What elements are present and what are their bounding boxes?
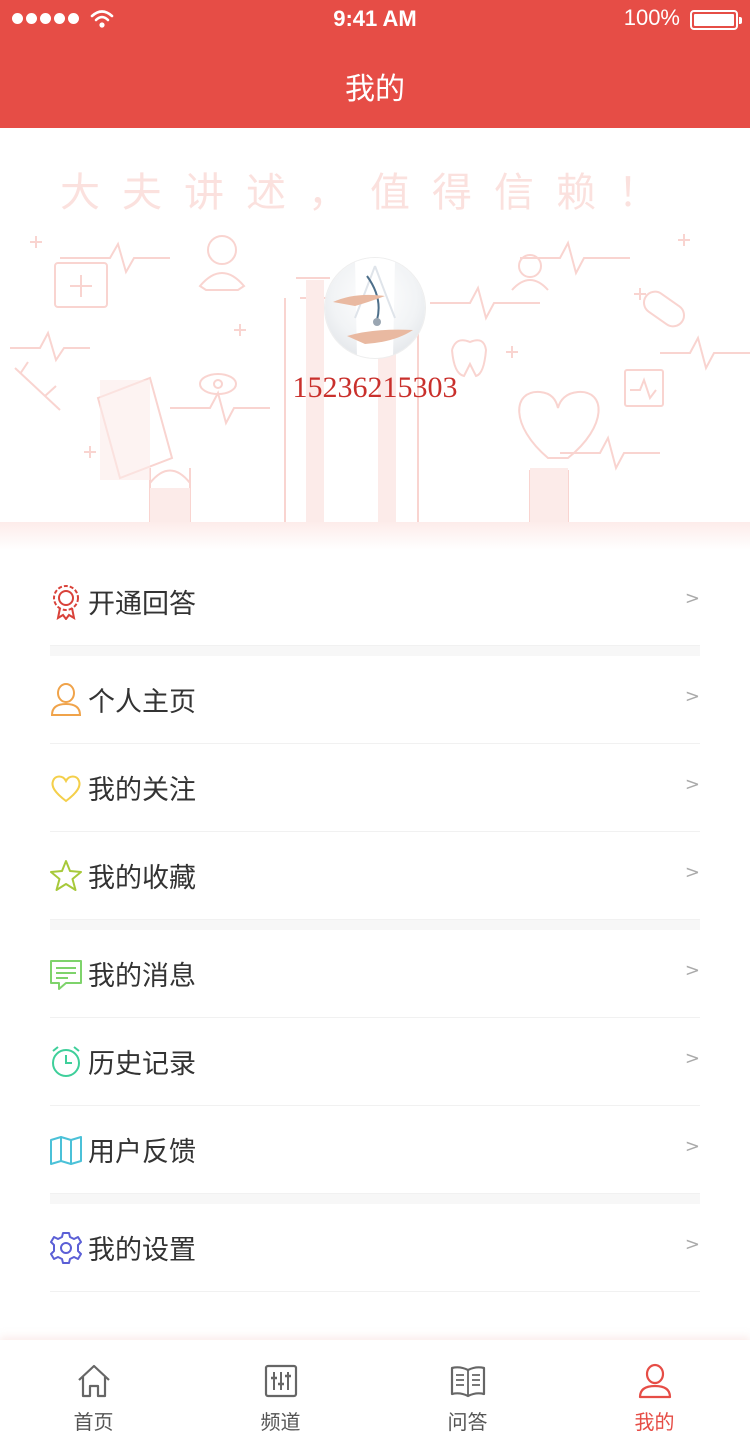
chevron-right-icon: > [684,1234,700,1255]
chevron-right-icon: > [684,686,700,707]
battery-percent: 100% [623,5,680,30]
menu-item-history[interactable]: 历史记录 > [50,1018,700,1106]
user-icon [638,1363,672,1399]
section-divider [50,1194,700,1204]
section-divider [50,646,700,656]
chevron-right-icon: > [684,1136,700,1157]
menu-item-label: 开通回答 [88,589,196,620]
tab-label: 首页 [73,1410,114,1434]
tab-qa[interactable]: 问答 [374,1340,561,1440]
menu-item-label: 个人主页 [88,687,196,718]
chevron-right-icon: > [684,960,700,981]
tab-label: 问答 [447,1410,488,1434]
menu-item-settings[interactable]: 我的设置 > [50,1204,700,1292]
battery-icon [690,10,742,30]
gear-icon [50,1232,82,1264]
message-icon [50,960,82,990]
tab-label: 我的 [634,1410,675,1434]
chevron-right-icon: > [684,774,700,795]
page-title: 我的 [345,72,405,107]
book-icon [450,1366,486,1398]
header-shadow [0,522,750,550]
home-icon [78,1364,110,1398]
menu-item-follows[interactable]: 我的关注 > [50,744,700,832]
status-bar: 9:41 AM 100% [0,0,750,40]
menu-item-label: 我的设置 [88,1235,196,1266]
tab-label: 频道 [260,1410,301,1434]
bottom-tab-bar: 首页 频道 问答 我的 [0,1340,750,1440]
menu-item-label: 历史记录 [88,1049,196,1080]
doctor-hands-image [333,258,413,358]
alarm-clock-icon [52,1046,80,1077]
user-phone-number: 15236215303 [292,371,458,404]
profile-header: 大夫讲述，值得信赖！ 15236215303 [0,128,750,530]
chevron-right-icon: > [684,588,700,609]
award-icon [53,585,79,620]
sliders-icon [264,1364,298,1398]
star-icon [50,860,82,891]
tab-home[interactable]: 首页 [0,1340,187,1440]
menu-item-label: 我的消息 [88,961,196,992]
tab-channel[interactable]: 频道 [187,1340,374,1440]
tab-mine[interactable]: 我的 [561,1340,748,1440]
map-icon [50,1136,82,1165]
avatar[interactable] [325,258,425,358]
heart-icon [51,775,81,803]
chevron-right-icon: > [684,1048,700,1069]
menu-item-label: 我的收藏 [88,863,196,894]
menu-item-open-answer[interactable]: 开通回答 > [50,558,700,646]
menu-item-label: 我的关注 [88,775,196,806]
person-icon [50,683,82,716]
chevron-right-icon: > [684,862,700,883]
menu-item-homepage[interactable]: 个人主页 > [50,656,700,744]
section-divider [50,920,700,930]
menu-item-messages[interactable]: 我的消息 > [50,930,700,1018]
menu-item-feedback[interactable]: 用户反馈 > [50,1106,700,1194]
menu-item-label: 用户反馈 [88,1137,196,1168]
top-bar: 9:41 AM 100% 我的 [0,0,750,128]
menu-item-favorites[interactable]: 我的收藏 > [50,832,700,920]
slogan-text: 大夫讲述，值得信赖！ [60,170,680,216]
